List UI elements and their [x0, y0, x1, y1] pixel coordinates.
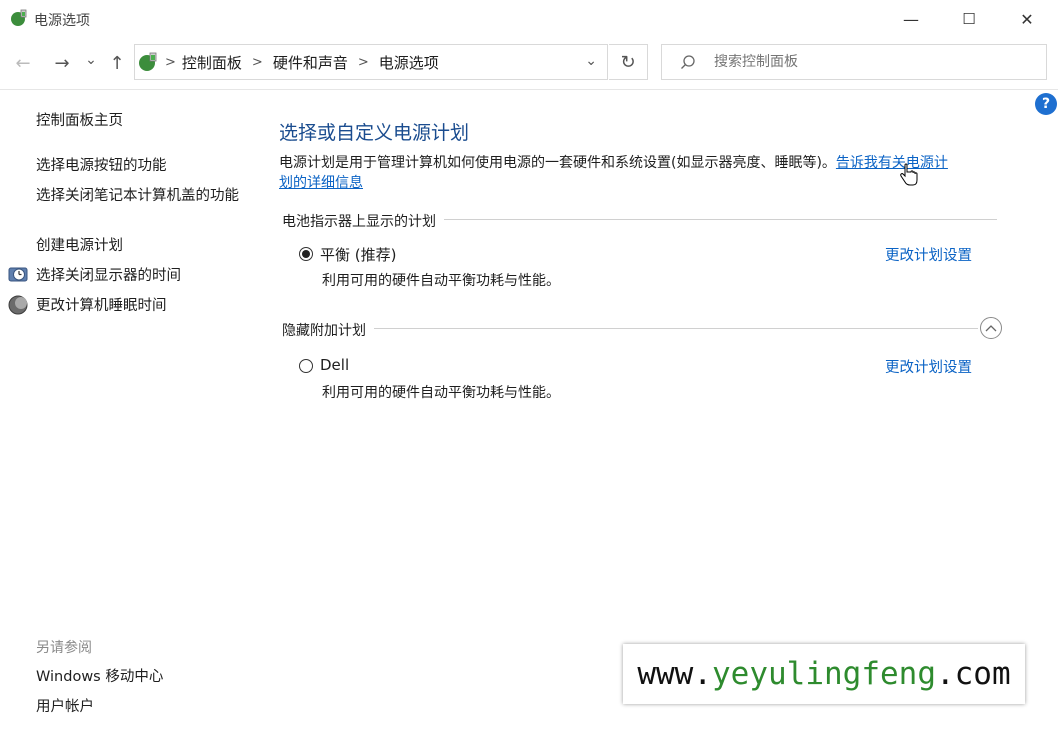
- page-title: 选择或自定义电源计划: [279, 122, 470, 144]
- sidebar-item-display-off[interactable]: 选择关闭显示器的时间: [36, 266, 181, 286]
- title-bar: 电源选项 — ☐ ✕: [0, 0, 1058, 38]
- see-also-mobility-center[interactable]: Windows 移动中心: [36, 667, 163, 687]
- sidebar-item-lid-close[interactable]: 选择关闭笔记本计算机盖的功能: [36, 186, 246, 206]
- see-also-title: 另请参阅: [36, 640, 92, 656]
- search-box[interactable]: [661, 44, 1047, 80]
- sidebar-item-power-button[interactable]: 选择电源按钮的功能: [36, 156, 167, 176]
- chevron-right-icon: >: [165, 54, 176, 70]
- divider: [0, 89, 1058, 90]
- hidden-section-title: 隐藏附加计划: [282, 320, 374, 340]
- forward-button[interactable]: →: [49, 50, 75, 76]
- chevron-right-icon: >: [357, 54, 369, 70]
- section-divider: [282, 328, 978, 329]
- hand-cursor-icon: [900, 163, 918, 186]
- up-button[interactable]: ↑: [104, 50, 130, 76]
- chevron-up-icon: [985, 325, 997, 332]
- learn-more-link-line1[interactable]: 告诉我有关电源计: [836, 155, 948, 171]
- watermark-prefix: www.: [637, 656, 713, 692]
- moon-icon: [8, 295, 28, 315]
- power-options-icon: [11, 9, 27, 26]
- window-title: 电源选项: [34, 13, 90, 29]
- recent-locations-button[interactable]: ⌄: [80, 47, 102, 73]
- description-text: 电源计划是用于管理计算机如何使用电源的一套硬件和系统设置(如显示器亮度、睡眠等)…: [279, 155, 836, 171]
- plan-dell-description: 利用可用的硬件自动平衡功耗与性能。: [322, 385, 560, 401]
- change-plan-settings-dell[interactable]: 更改计划设置: [885, 356, 972, 377]
- watermark-name: yeyulingfeng: [712, 656, 936, 692]
- page-description: 电源计划是用于管理计算机如何使用电源的一套硬件和系统设置(如显示器亮度、睡眠等)…: [279, 153, 999, 193]
- monitor-clock-icon: [8, 267, 28, 282]
- plan-dell-name[interactable]: Dell: [320, 356, 349, 374]
- sidebar-item-sleep-time[interactable]: 更改计算机睡眠时间: [36, 296, 167, 316]
- control-panel-icon: [139, 52, 157, 71]
- breadcrumb-hardware-sound[interactable]: 硬件和声音: [273, 52, 348, 73]
- plan-balanced-name[interactable]: 平衡 (推荐): [320, 244, 396, 265]
- address-bar[interactable]: > 控制面板 > 硬件和声音 > 电源选项 ⌄: [134, 44, 608, 80]
- battery-section-title: 电池指示器上显示的计划: [282, 211, 444, 231]
- address-dropdown-icon[interactable]: ⌄: [585, 53, 597, 69]
- see-also-user-accounts[interactable]: 用户帐户: [36, 697, 94, 717]
- help-button[interactable]: ?: [1035, 93, 1057, 115]
- sidebar-item-create-plan[interactable]: 创建电源计划: [36, 236, 123, 256]
- search-icon: [681, 55, 695, 69]
- watermark: www. yeyulingfeng .com: [623, 644, 1025, 704]
- watermark-suffix: .com: [935, 656, 1011, 692]
- sidebar-item-home[interactable]: 控制面板主页: [36, 111, 123, 131]
- collapse-section-button[interactable]: [980, 317, 1002, 339]
- plan-balanced-radio[interactable]: [299, 247, 313, 261]
- change-plan-settings-balanced[interactable]: 更改计划设置: [885, 244, 972, 265]
- refresh-button[interactable]: ↻: [609, 44, 648, 80]
- breadcrumb-control-panel[interactable]: 控制面板: [182, 52, 242, 73]
- back-button[interactable]: ←: [10, 50, 36, 76]
- chevron-right-icon: >: [251, 54, 263, 70]
- maximize-button[interactable]: ☐: [940, 0, 998, 38]
- breadcrumb-power-options[interactable]: 电源选项: [379, 52, 439, 73]
- navigation-bar: ← → ⌄ ↑ > 控制面板 > 硬件和声音 > 电源选项 ⌄ ↻: [0, 38, 1058, 88]
- search-input[interactable]: [712, 53, 1016, 71]
- minimize-button[interactable]: —: [882, 0, 940, 38]
- close-button[interactable]: ✕: [998, 0, 1056, 38]
- plan-dell-radio[interactable]: [299, 359, 313, 373]
- plan-balanced-description: 利用可用的硬件自动平衡功耗与性能。: [322, 273, 560, 289]
- learn-more-link-line2[interactable]: 划的详细信息: [279, 175, 363, 191]
